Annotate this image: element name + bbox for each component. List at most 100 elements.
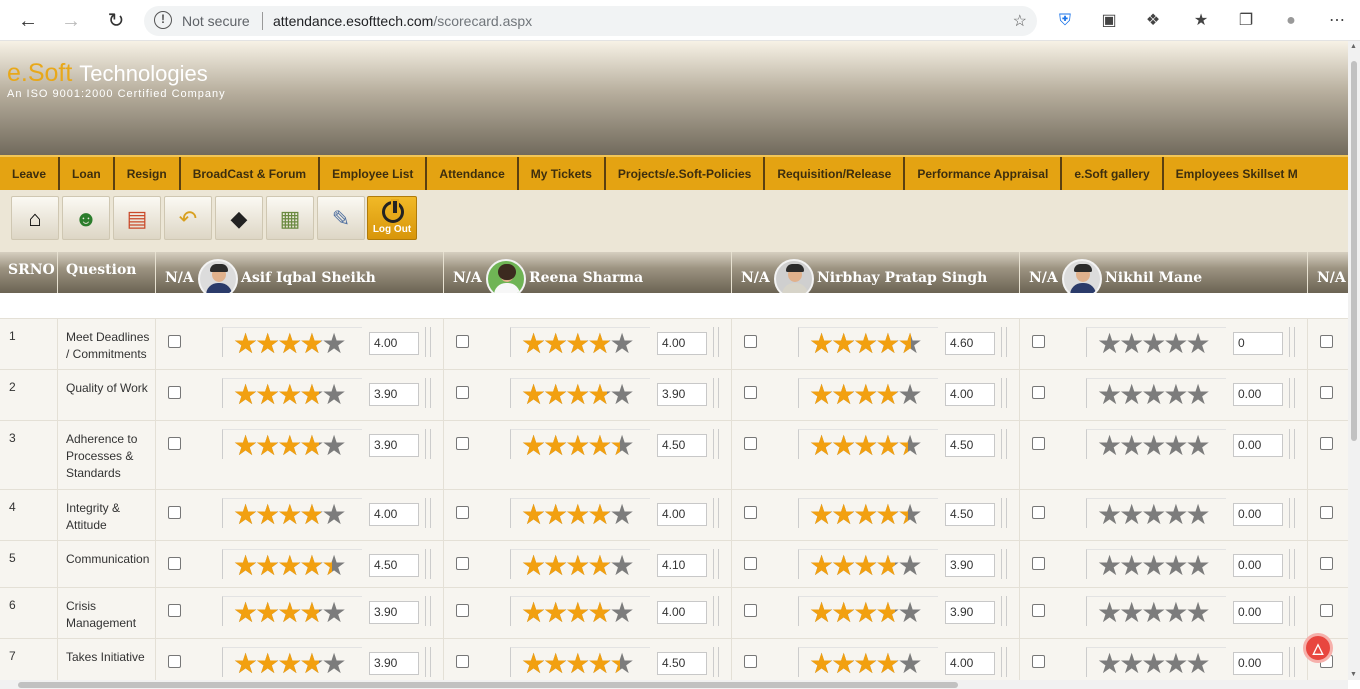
na-checkbox[interactable] bbox=[1032, 335, 1045, 348]
na-checkbox[interactable] bbox=[456, 437, 469, 450]
star-icon[interactable]: ★★ bbox=[1185, 381, 1210, 409]
menu-item[interactable]: My Tickets bbox=[516, 157, 604, 190]
back-arrow-icon[interactable]: ← bbox=[16, 9, 40, 33]
star-icon[interactable]: ★★ bbox=[897, 501, 922, 529]
star-rating[interactable]: ★★★★★★★★★★ bbox=[222, 327, 362, 358]
star-icon[interactable]: ★★ bbox=[809, 432, 834, 460]
star-icon[interactable]: ★★ bbox=[875, 381, 900, 409]
star-rating[interactable]: ★★★★★★★★★★ bbox=[222, 378, 362, 409]
star-icon[interactable]: ★★ bbox=[831, 599, 856, 627]
users-icon[interactable]: ☻ bbox=[62, 196, 110, 240]
star-rating[interactable]: ★★★★★★★★★★ bbox=[1086, 429, 1226, 460]
star-icon[interactable]: ★★ bbox=[875, 599, 900, 627]
star-icon[interactable]: ★★ bbox=[853, 552, 878, 580]
star-icon[interactable]: ★★ bbox=[565, 599, 590, 627]
star-icon[interactable]: ★★ bbox=[831, 552, 856, 580]
star-icon[interactable]: ★★ bbox=[299, 501, 324, 529]
rating-value-input[interactable]: 0.00 bbox=[1233, 652, 1283, 675]
star-icon[interactable]: ★★ bbox=[277, 650, 302, 678]
star-rating[interactable]: ★★★★★★★★★★ bbox=[510, 429, 650, 460]
star-icon[interactable]: ★★ bbox=[897, 330, 922, 358]
puzzle-icon[interactable]: ❖ bbox=[1142, 10, 1164, 32]
na-checkbox[interactable] bbox=[1032, 557, 1045, 570]
star-icon[interactable]: ★★ bbox=[255, 330, 280, 358]
star-icon[interactable]: ★★ bbox=[1141, 599, 1166, 627]
star-icon[interactable]: ★★ bbox=[321, 330, 346, 358]
star-icon[interactable]: ★★ bbox=[853, 650, 878, 678]
star-icon[interactable]: ★★ bbox=[1119, 330, 1144, 358]
star-icon[interactable]: ★★ bbox=[543, 650, 568, 678]
star-icon[interactable]: ★★ bbox=[565, 330, 590, 358]
star-icon[interactable]: ★★ bbox=[299, 650, 324, 678]
star-icon[interactable]: ★★ bbox=[233, 432, 258, 460]
star-icon[interactable]: ★★ bbox=[853, 381, 878, 409]
form-edit-icon[interactable]: ✎ bbox=[317, 196, 365, 240]
na-checkbox[interactable] bbox=[744, 655, 757, 668]
star-icon[interactable]: ★★ bbox=[233, 650, 258, 678]
star-icon[interactable]: ★★ bbox=[897, 552, 922, 580]
star-icon[interactable]: ★★ bbox=[521, 330, 546, 358]
star-rating[interactable]: ★★★★★★★★★★ bbox=[1086, 327, 1226, 358]
add-favorite-icon[interactable]: ☆ bbox=[1013, 11, 1027, 31]
star-icon[interactable]: ★★ bbox=[1119, 432, 1144, 460]
rating-value-input[interactable]: 3.90 bbox=[369, 652, 419, 675]
star-rating[interactable]: ★★★★★★★★★★ bbox=[798, 596, 938, 627]
star-icon[interactable]: ★★ bbox=[1097, 501, 1122, 529]
na-checkbox[interactable] bbox=[1320, 386, 1333, 399]
vertical-scroll-thumb[interactable] bbox=[1351, 61, 1357, 441]
star-rating[interactable]: ★★★★★★★★★★ bbox=[222, 429, 362, 460]
star-icon[interactable]: ★★ bbox=[853, 432, 878, 460]
menu-item[interactable]: Attendance bbox=[425, 157, 516, 190]
na-checkbox[interactable] bbox=[456, 655, 469, 668]
star-icon[interactable]: ★★ bbox=[543, 432, 568, 460]
reports-icon[interactable]: ▤ bbox=[113, 196, 161, 240]
star-icon[interactable]: ★★ bbox=[521, 599, 546, 627]
walking-sign-icon[interactable]: ◆ bbox=[215, 196, 263, 240]
na-checkbox[interactable] bbox=[168, 386, 181, 399]
rating-value-input[interactable]: 0.00 bbox=[1233, 601, 1283, 624]
na-checkbox[interactable] bbox=[1032, 437, 1045, 450]
star-icon[interactable]: ★★ bbox=[565, 650, 590, 678]
star-icon[interactable]: ★★ bbox=[277, 432, 302, 460]
menu-item[interactable]: Employee List bbox=[318, 157, 425, 190]
star-icon[interactable]: ★★ bbox=[609, 330, 634, 358]
star-icon[interactable]: ★★ bbox=[233, 599, 258, 627]
star-icon[interactable]: ★★ bbox=[321, 381, 346, 409]
star-icon[interactable]: ★★ bbox=[543, 381, 568, 409]
star-icon[interactable]: ★★ bbox=[1163, 330, 1188, 358]
rating-value-input[interactable]: 4.50 bbox=[945, 503, 995, 526]
na-checkbox[interactable] bbox=[1032, 604, 1045, 617]
na-checkbox[interactable] bbox=[1320, 506, 1333, 519]
star-icon[interactable]: ★★ bbox=[1185, 599, 1210, 627]
star-icon[interactable]: ★★ bbox=[255, 381, 280, 409]
na-checkbox[interactable] bbox=[168, 437, 181, 450]
star-icon[interactable]: ★★ bbox=[1119, 501, 1144, 529]
star-rating[interactable]: ★★★★★★★★★★ bbox=[510, 596, 650, 627]
star-icon[interactable]: ★★ bbox=[277, 330, 302, 358]
rating-value-input[interactable]: 0.00 bbox=[1233, 554, 1283, 577]
star-icon[interactable]: ★★ bbox=[255, 501, 280, 529]
rating-value-input[interactable]: 4.00 bbox=[657, 503, 707, 526]
rating-value-input[interactable]: 4.60 bbox=[945, 332, 995, 355]
horizontal-scrollbar[interactable] bbox=[0, 680, 1348, 689]
star-icon[interactable]: ★★ bbox=[809, 599, 834, 627]
star-icon[interactable]: ★★ bbox=[321, 599, 346, 627]
star-icon[interactable]: ★★ bbox=[277, 552, 302, 580]
star-icon[interactable]: ★★ bbox=[321, 552, 346, 580]
star-rating[interactable]: ★★★★★★★★★★ bbox=[222, 498, 362, 529]
menu-item[interactable]: BroadCast & Forum bbox=[178, 157, 318, 190]
star-icon[interactable]: ★★ bbox=[609, 432, 634, 460]
rating-value-input[interactable]: 0.00 bbox=[1233, 503, 1283, 526]
star-rating[interactable]: ★★★★★★★★★★ bbox=[798, 498, 938, 529]
na-checkbox[interactable] bbox=[168, 557, 181, 570]
menu-item[interactable]: Loan bbox=[58, 157, 113, 190]
star-icon[interactable]: ★★ bbox=[609, 552, 634, 580]
rating-value-input[interactable]: 0 bbox=[1233, 332, 1283, 355]
profile-avatar-icon[interactable]: ● bbox=[1280, 10, 1302, 32]
rating-value-input[interactable]: 4.50 bbox=[657, 652, 707, 675]
star-icon[interactable]: ★★ bbox=[521, 432, 546, 460]
star-icon[interactable]: ★★ bbox=[1141, 501, 1166, 529]
star-icon[interactable]: ★★ bbox=[299, 552, 324, 580]
na-checkbox[interactable] bbox=[456, 557, 469, 570]
star-icon[interactable]: ★★ bbox=[1141, 552, 1166, 580]
